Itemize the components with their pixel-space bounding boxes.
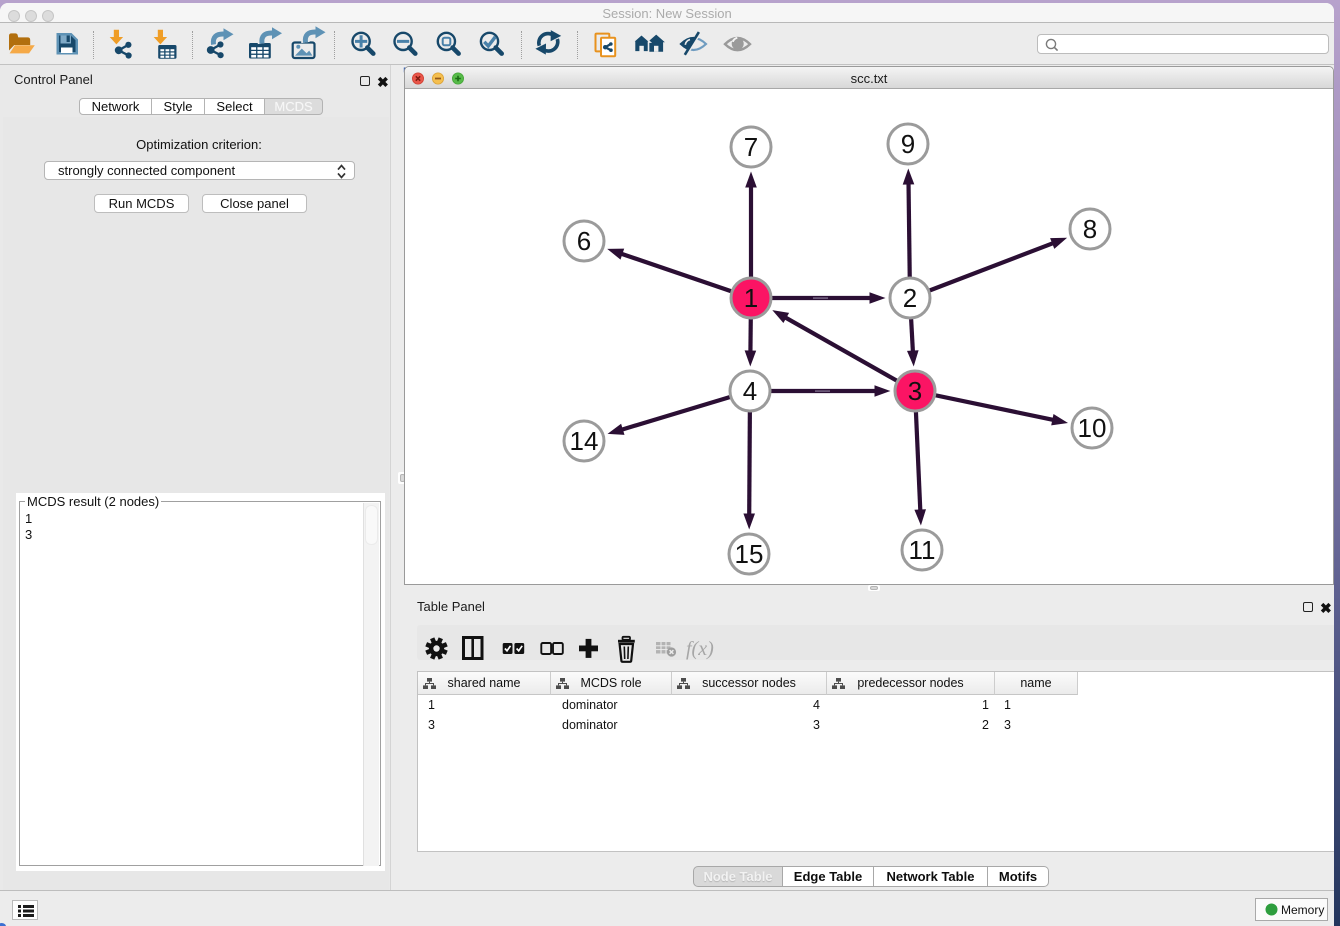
svg-text:9: 9 bbox=[901, 129, 915, 159]
svg-text:2: 2 bbox=[903, 283, 917, 313]
svg-text:f(x): f(x) bbox=[686, 638, 714, 660]
svg-text:6: 6 bbox=[577, 226, 591, 256]
svg-text:14: 14 bbox=[570, 426, 599, 456]
svg-text:3: 3 bbox=[908, 376, 922, 406]
svg-text:8: 8 bbox=[1083, 214, 1097, 244]
svg-text:11: 11 bbox=[909, 535, 936, 565]
svg-text:15: 15 bbox=[735, 539, 764, 569]
svg-text:1: 1 bbox=[744, 283, 758, 313]
svg-text:4: 4 bbox=[743, 376, 757, 406]
svg-text:7: 7 bbox=[744, 132, 758, 162]
svg-text:10: 10 bbox=[1078, 413, 1107, 443]
